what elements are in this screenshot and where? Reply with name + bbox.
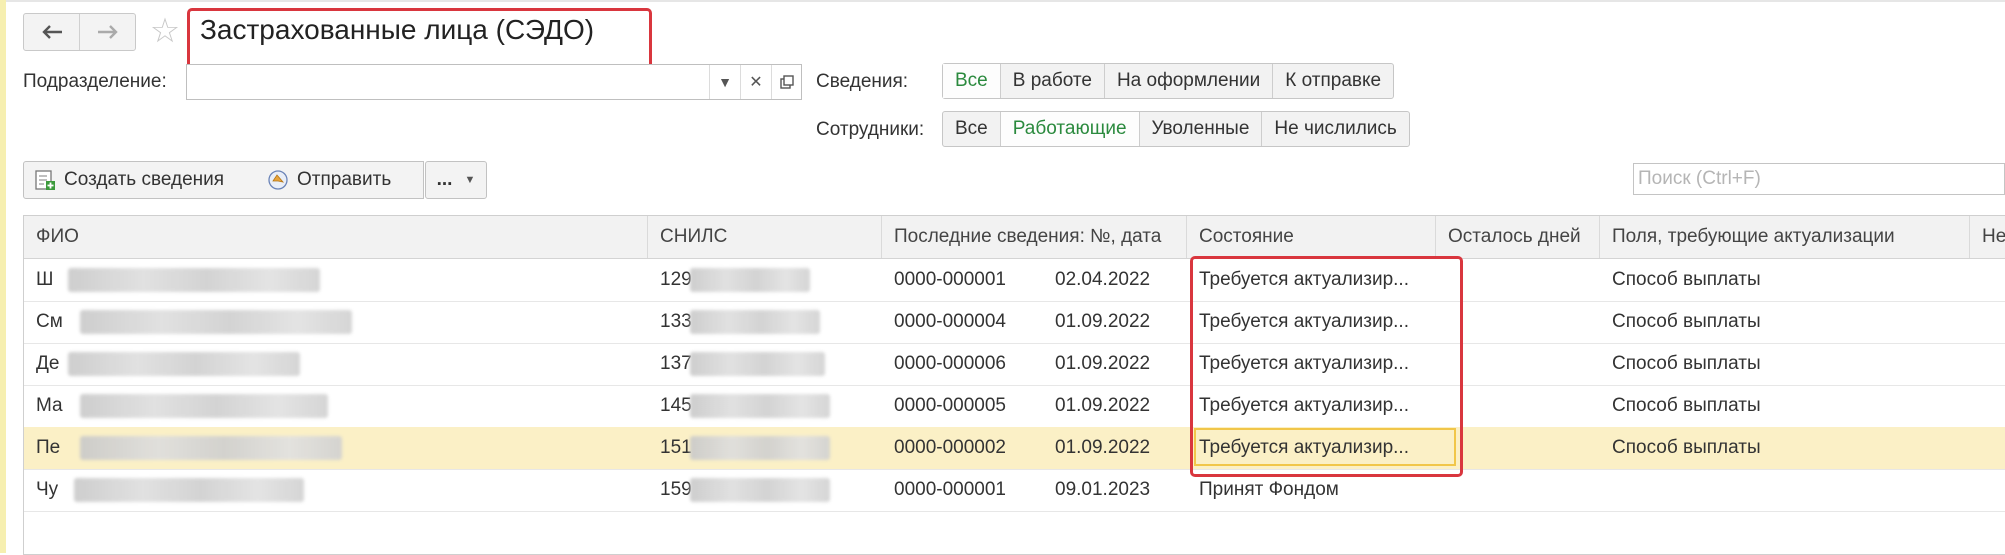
redacted-snils bbox=[690, 310, 820, 334]
cell-fio: Де bbox=[36, 353, 60, 374]
cell-fields: Способ выплаты bbox=[1612, 269, 1761, 290]
employees-filter-dismissed[interactable]: Уволенные bbox=[1140, 112, 1263, 146]
cell-snils: 159 bbox=[660, 479, 692, 500]
cell-date: 01.09.2022 bbox=[1055, 311, 1151, 332]
redacted-name bbox=[74, 478, 304, 502]
redacted-name bbox=[80, 394, 328, 418]
arrow-left-icon bbox=[41, 25, 62, 39]
redacted-snils bbox=[690, 394, 830, 418]
redacted-snils bbox=[690, 268, 810, 292]
cell-fields: Способ выплаты bbox=[1612, 311, 1761, 332]
cell-snils: 129 bbox=[660, 269, 692, 290]
col-fields[interactable]: Поля, требующие актуализации bbox=[1600, 216, 1970, 258]
open-icon[interactable] bbox=[771, 65, 802, 99]
division-field[interactable]: ▼ ✕ bbox=[186, 64, 802, 100]
top-divider bbox=[6, 0, 2005, 2]
send-icon bbox=[268, 170, 288, 190]
table-row-selected[interactable]: Пе 151 0000-000002 01.09.2022 Требуется … bbox=[24, 427, 2005, 470]
info-filter-all[interactable]: Все bbox=[943, 64, 1001, 98]
col-state[interactable]: Состояние bbox=[1187, 216, 1436, 258]
cell-fio: Ш bbox=[36, 269, 54, 290]
clear-icon[interactable]: ✕ bbox=[740, 65, 771, 99]
more-button[interactable]: ... ▼ bbox=[425, 161, 487, 199]
table-row[interactable]: Де 137 0000-000006 01.09.2022 Требуется … bbox=[24, 343, 2005, 386]
send-button[interactable]: Отправить bbox=[259, 161, 424, 199]
redacted-name bbox=[80, 436, 342, 460]
table-row[interactable]: Чу 159 0000-000001 09.01.2023 Принят Фон… bbox=[24, 469, 2005, 512]
col-snils[interactable]: СНИЛС bbox=[648, 216, 882, 258]
employees-filter-all[interactable]: Все bbox=[943, 112, 1001, 146]
col-days-left[interactable]: Осталось дней bbox=[1436, 216, 1600, 258]
cell-snils: 145 bbox=[660, 395, 692, 416]
cell-date: 01.09.2022 bbox=[1055, 395, 1151, 416]
search-placeholder: Поиск (Ctrl+F) bbox=[1638, 168, 1761, 189]
info-filter-processing[interactable]: На оформлении bbox=[1105, 64, 1274, 98]
cell-date: 01.09.2022 bbox=[1055, 437, 1151, 458]
employees-filter: Все Работающие Уволенные Не числились bbox=[942, 111, 1410, 147]
cell-fio: См bbox=[36, 311, 63, 332]
cell-fio: Пе bbox=[36, 437, 61, 458]
table-header: ФИО СНИЛС Последние сведения: №, дата Со… bbox=[24, 216, 2005, 259]
employees-label: Сотрудники: bbox=[816, 119, 925, 140]
col-fio[interactable]: ФИО bbox=[24, 216, 648, 258]
cell-date: 02.04.2022 bbox=[1055, 269, 1151, 290]
employees-filter-not-listed[interactable]: Не числились bbox=[1262, 112, 1408, 146]
col-last-info[interactable]: Последние сведения: №, дата bbox=[882, 216, 1187, 258]
table-row[interactable]: Ш 129 0000-000001 02.04.2022 Требуется а… bbox=[24, 259, 2005, 302]
chevron-down-icon: ▼ bbox=[464, 174, 476, 186]
arrow-right-icon bbox=[97, 25, 118, 39]
info-filter-in-work[interactable]: В работе bbox=[1001, 64, 1105, 98]
redacted-name bbox=[80, 310, 352, 334]
cell-date: 01.09.2022 bbox=[1055, 353, 1151, 374]
redacted-name bbox=[68, 268, 320, 292]
cell-fio: Чу bbox=[36, 479, 59, 500]
forward-button[interactable] bbox=[79, 14, 135, 50]
cell-snils: 137 bbox=[660, 353, 692, 374]
send-label: Отправить bbox=[297, 169, 392, 190]
star-icon[interactable]: ☆ bbox=[146, 12, 184, 50]
cell-number: 0000-000001 bbox=[894, 269, 1006, 290]
cell-number: 0000-000004 bbox=[894, 311, 1006, 332]
more-label: ... bbox=[436, 169, 453, 190]
cell-fields: Способ выплаты bbox=[1612, 353, 1761, 374]
search-input[interactable]: Поиск (Ctrl+F) bbox=[1633, 163, 2005, 195]
cell-fields: Способ выплаты bbox=[1612, 395, 1761, 416]
col-extra[interactable]: Не bbox=[1970, 216, 2005, 258]
info-filter: Все В работе На оформлении К отправке bbox=[942, 63, 1395, 99]
redacted-snils bbox=[690, 478, 830, 502]
redacted-snils bbox=[690, 352, 825, 376]
cell-number: 0000-000002 bbox=[894, 437, 1006, 458]
table-row[interactable]: См 133 0000-000004 01.09.2022 Требуется … bbox=[24, 301, 2005, 344]
cell-snils: 133 bbox=[660, 311, 692, 332]
employees-filter-working[interactable]: Работающие bbox=[1000, 112, 1140, 146]
create-info-button[interactable]: Создать сведения bbox=[23, 161, 261, 199]
redacted-snils bbox=[690, 436, 830, 460]
info-filter-to-send[interactable]: К отправке bbox=[1273, 64, 1393, 98]
info-label: Сведения: bbox=[816, 71, 909, 92]
cell-date: 09.01.2023 bbox=[1055, 479, 1151, 500]
create-info-label: Создать сведения bbox=[64, 169, 225, 190]
nav-group bbox=[23, 13, 136, 51]
cell-fields: Способ выплаты bbox=[1612, 437, 1761, 458]
redacted-name bbox=[68, 352, 300, 376]
annotation-frame-state bbox=[1190, 256, 1463, 477]
window-edge bbox=[0, 0, 6, 553]
cell-number: 0000-000006 bbox=[894, 353, 1006, 374]
cell-number: 0000-000001 bbox=[894, 479, 1006, 500]
insured-table: ФИО СНИЛС Последние сведения: №, дата Со… bbox=[23, 215, 2005, 555]
chevron-down-icon[interactable]: ▼ bbox=[709, 65, 740, 99]
division-label: Подразделение: bbox=[23, 71, 167, 92]
table-row[interactable]: Ма 145 0000-000005 01.09.2022 Требуется … bbox=[24, 385, 2005, 428]
create-doc-icon bbox=[35, 170, 55, 190]
cell-snils: 151 bbox=[660, 437, 692, 458]
cell-fio: Ма bbox=[36, 395, 63, 416]
back-button[interactable] bbox=[24, 14, 79, 50]
cell-number: 0000-000005 bbox=[894, 395, 1006, 416]
